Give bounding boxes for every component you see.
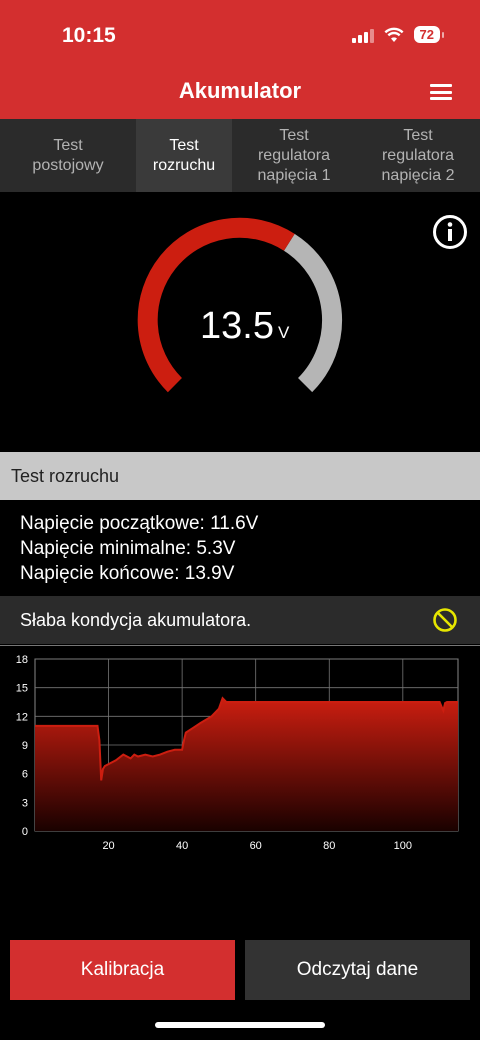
- y-tick-label: 12: [16, 711, 28, 723]
- x-tick-label: 20: [102, 840, 114, 852]
- info-icon[interactable]: [432, 214, 468, 250]
- y-tick-label: 15: [16, 683, 28, 695]
- section-title: Test rozruchu: [0, 452, 480, 500]
- tab-test-regulatora-2[interactable]: Test regulatora napięcia 2: [356, 119, 480, 192]
- gauge-unit: V: [278, 323, 290, 342]
- y-tick-label: 3: [22, 797, 28, 809]
- tab-test-postojowy[interactable]: Test postojowy: [0, 119, 136, 192]
- hamburger-menu-icon[interactable]: [430, 84, 452, 100]
- minimal-voltage: Napięcie minimalne: 5.3V: [20, 538, 236, 559]
- battery-indicator: 72: [413, 26, 445, 43]
- app-header: 10:15 72 Akumulator: [0, 0, 480, 119]
- voltage-gauge: 13.5 V: [0, 192, 480, 452]
- voltage-area: [35, 698, 458, 831]
- final-voltage: Napięcie końcowe: 13.9V: [20, 563, 235, 584]
- status-time: 10:15: [62, 24, 116, 47]
- x-tick-label: 60: [250, 840, 262, 852]
- initial-voltage: Napięcie początkowe: 11.6V: [20, 513, 259, 534]
- warning-text: Słaba kondycja akumulatora.: [20, 610, 252, 630]
- tab-test-rozruchu[interactable]: Test rozruchu: [136, 119, 232, 192]
- battery-condition-warning: Słaba kondycja akumulatora.: [0, 596, 480, 644]
- y-tick-label: 18: [16, 654, 28, 666]
- prohibited-icon: [433, 608, 457, 632]
- y-tick-label: 9: [22, 740, 28, 752]
- x-tick-label: 100: [394, 840, 412, 852]
- gauge-track: [283, 233, 343, 393]
- status-icons: 72: [351, 26, 445, 43]
- gauge-value: 13.5: [200, 305, 274, 347]
- read-data-button[interactable]: Odczytaj dane: [245, 940, 470, 1000]
- tab-test-regulatora-1[interactable]: Test regulatora napięcia 1: [232, 119, 356, 192]
- y-tick-label: 0: [22, 826, 28, 838]
- test-tabs: Test postojowy Test rozruchu Test regula…: [0, 119, 480, 192]
- x-tick-label: 40: [176, 840, 188, 852]
- home-indicator[interactable]: [155, 1022, 325, 1028]
- voltage-chart: 0 3 6 9 12 15 18 20 40 60 80 100: [16, 654, 459, 852]
- results-list: Napięcie początkowe: 11.6V Napięcie mini…: [20, 511, 258, 586]
- cellular-signal-icon: [351, 27, 374, 43]
- x-tick-label: 80: [323, 840, 335, 852]
- calibration-button[interactable]: Kalibracja: [10, 940, 235, 1000]
- y-tick-label: 6: [22, 769, 28, 781]
- page-title: Akumulator: [178, 78, 302, 103]
- wifi-icon: [384, 27, 404, 42]
